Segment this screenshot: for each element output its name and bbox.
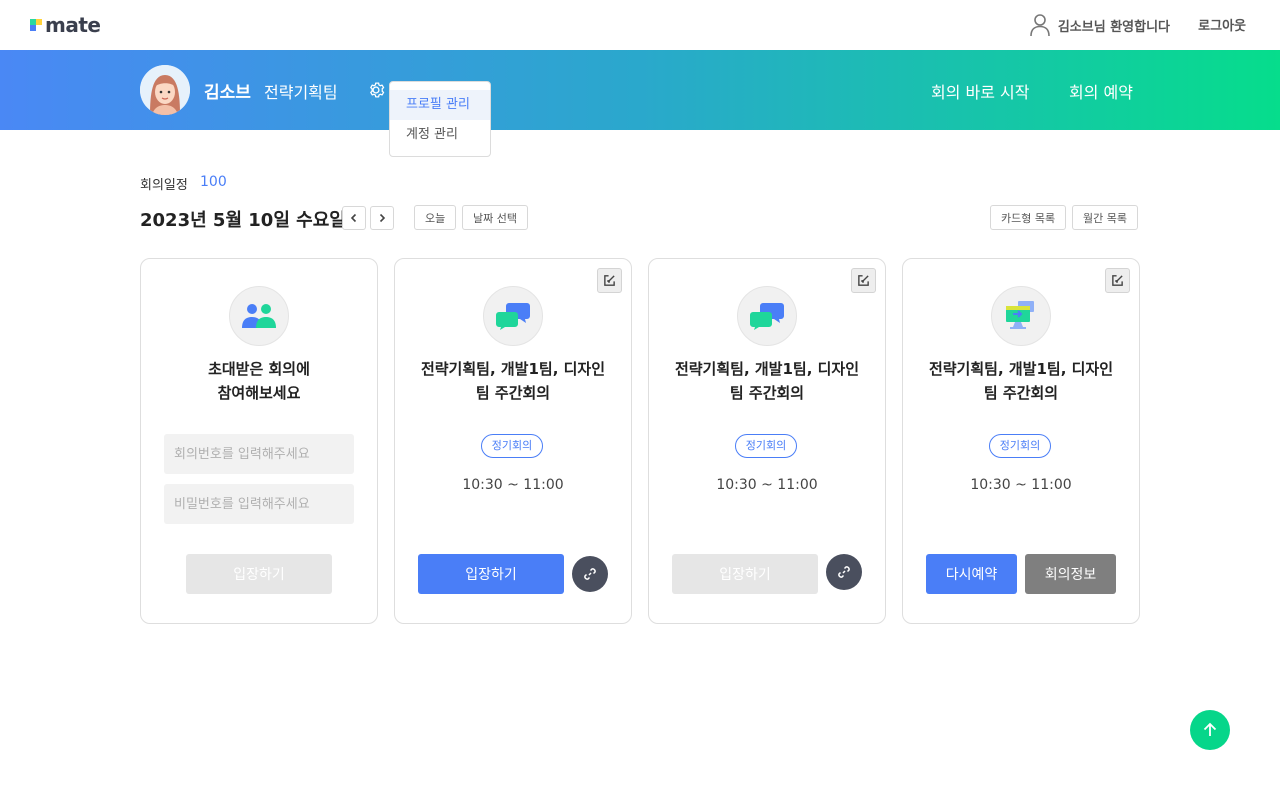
meeting-title: 전략기획팀, 개발1팀, 디자인팀 주간회의 bbox=[420, 360, 606, 402]
meeting-time: 10:30 ~ 11:00 bbox=[716, 477, 818, 493]
link-icon bbox=[584, 568, 596, 580]
user-team: 전략기획팀 bbox=[264, 83, 338, 102]
current-date: 2023년 5월 10일 수요일 bbox=[140, 210, 346, 231]
screen-share-icon bbox=[991, 286, 1051, 346]
meeting-title: 전략기획팀, 개발1팀, 디자인팀 주간회의 bbox=[928, 360, 1114, 402]
meeting-number-input[interactable] bbox=[164, 434, 354, 474]
meeting-time: 10:30 ~ 11:00 bbox=[970, 477, 1072, 493]
edit-button[interactable] bbox=[851, 268, 876, 293]
menu-item-account[interactable]: 계정 관리 bbox=[390, 120, 490, 150]
edit-icon bbox=[1112, 275, 1123, 286]
rebook-button[interactable]: 다시예약 bbox=[926, 554, 1017, 594]
meeting-time: 10:30 ~ 11:00 bbox=[462, 477, 564, 493]
logout-link[interactable]: 로그아웃 bbox=[1198, 15, 1246, 34]
meeting-card: 전략기획팀, 개발1팀, 디자인팀 주간회의 정기회의 10:30 ~ 11:0… bbox=[394, 258, 632, 624]
link-icon bbox=[838, 566, 850, 578]
card-view-button[interactable]: 카드형 목록 bbox=[990, 205, 1067, 230]
edit-button[interactable] bbox=[597, 268, 622, 293]
meeting-type-badge: 정기회의 bbox=[989, 434, 1051, 458]
copy-link-button[interactable] bbox=[572, 556, 608, 592]
start-meeting-link[interactable]: 회의 바로 시작 bbox=[931, 79, 1030, 103]
next-day-button[interactable] bbox=[370, 206, 394, 230]
today-button[interactable]: 오늘 bbox=[414, 205, 457, 230]
profile-banner: 김소브 전략기획팀 회의 바로 시작 회의 예약 bbox=[0, 50, 1280, 130]
arrow-up-icon bbox=[1203, 722, 1217, 736]
edit-icon bbox=[604, 275, 615, 286]
user-info[interactable]: 김소브님 환영합니다 bbox=[1030, 13, 1170, 37]
menu-item-profile[interactable]: 프로필 관리 bbox=[390, 90, 490, 120]
edit-button[interactable] bbox=[1105, 268, 1130, 293]
pick-date-button[interactable]: 날짜 선택 bbox=[462, 205, 528, 230]
schedule-label: 회의일정 bbox=[140, 178, 188, 193]
logo-mark-icon bbox=[30, 17, 42, 33]
prev-day-button[interactable] bbox=[342, 206, 366, 230]
meeting-card: 전략기획팀, 개발1팀, 디자인팀 주간회의 정기회의 10:30 ~ 11:0… bbox=[648, 258, 886, 624]
user-greeting: 김소브님 환영합니다 bbox=[1057, 19, 1170, 35]
enter-meeting-button[interactable]: 입장하기 bbox=[418, 554, 564, 594]
meeting-password-input[interactable] bbox=[164, 484, 354, 524]
logo-text: mate bbox=[45, 13, 101, 37]
person-icon bbox=[1030, 14, 1050, 37]
meeting-type-badge: 정기회의 bbox=[735, 434, 797, 458]
chat-bubbles-icon bbox=[483, 286, 543, 346]
meeting-card: 전략기획팀, 개발1팀, 디자인팀 주간회의 정기회의 10:30 ~ 11:0… bbox=[902, 258, 1140, 624]
scroll-top-button[interactable] bbox=[1190, 710, 1230, 750]
join-enter-button[interactable]: 입장하기 bbox=[186, 554, 332, 594]
chevron-left-icon bbox=[350, 213, 357, 223]
chat-bubbles-icon bbox=[737, 286, 797, 346]
user-name: 김소브 bbox=[204, 83, 251, 103]
meeting-type-badge: 정기회의 bbox=[481, 434, 543, 458]
chevron-right-icon bbox=[379, 213, 386, 223]
copy-link-button[interactable] bbox=[826, 554, 862, 590]
enter-meeting-button[interactable]: 입장하기 bbox=[672, 554, 818, 594]
top-bar: mate 김소브님 환영합니다 로그아웃 bbox=[0, 0, 1280, 50]
edit-icon bbox=[858, 275, 869, 286]
month-view-button[interactable]: 월간 목록 bbox=[1072, 205, 1138, 230]
gear-icon[interactable] bbox=[366, 80, 386, 100]
logo[interactable]: mate bbox=[30, 13, 101, 37]
settings-dropdown: 프로필 관리 계정 관리 bbox=[389, 81, 491, 157]
avatar bbox=[140, 65, 190, 115]
meeting-info-button[interactable]: 회의정보 bbox=[1025, 554, 1116, 594]
reserve-meeting-link[interactable]: 회의 예약 bbox=[1069, 79, 1133, 103]
schedule-count: 100 bbox=[200, 174, 227, 190]
meeting-title: 전략기획팀, 개발1팀, 디자인팀 주간회의 bbox=[674, 360, 860, 402]
join-meeting-card: 초대받은 회의에 참여해보세요 입장하기 bbox=[140, 258, 378, 624]
join-card-title: 초대받은 회의에 참여해보세요 bbox=[208, 360, 310, 402]
group-icon bbox=[229, 286, 289, 346]
